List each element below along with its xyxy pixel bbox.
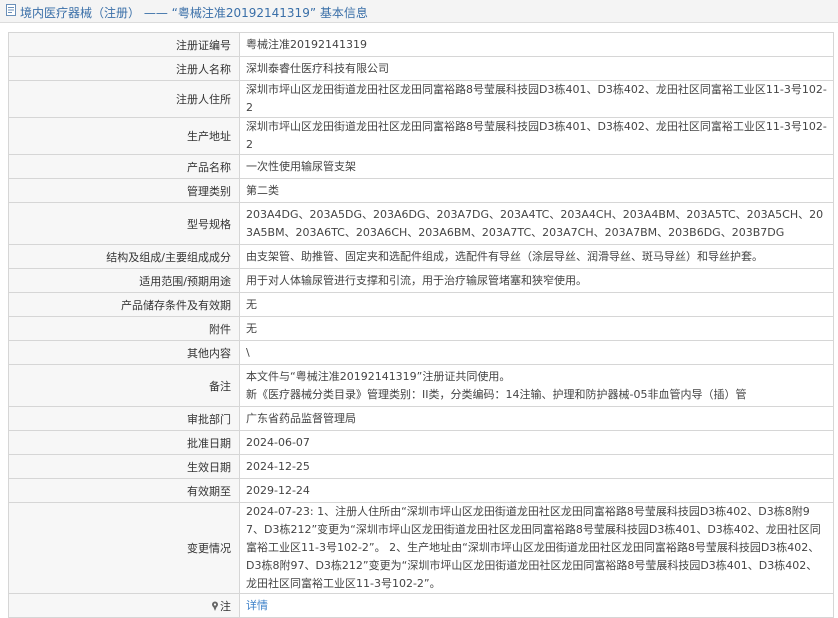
table-row: 附件 无 [8, 316, 834, 341]
table-row: 生产地址 深圳市坪山区龙田街道龙田社区龙田同富裕路8号莹展科技园D3栋401、D… [8, 117, 834, 155]
table-row: 型号规格 203A4DG、203A5DG、203A6DG、203A7DG、203… [8, 202, 834, 245]
remark-line-2: 新《医疗器械分类目录》管理类别：II类，分类编码：14注输、护理和防护器械-05… [246, 387, 747, 401]
row-value: 用于对人体输尿管进行支撑和引流，用于治疗输尿管堵塞和狭窄使用。 [239, 268, 834, 293]
note-label-text: 注 [220, 599, 231, 613]
table-row: 其他内容 \ [8, 340, 834, 365]
table-row: 产品储存条件及有效期 无 [8, 292, 834, 317]
row-label: 其他内容 [8, 340, 240, 365]
row-value: 2024-12-25 [239, 454, 834, 479]
row-value: \ [239, 340, 834, 365]
row-value: 深圳市坪山区龙田街道龙田社区龙田同富裕路8号莹展科技园D3栋401、D3栋402… [239, 117, 834, 155]
row-label: 产品名称 [8, 154, 240, 179]
row-value: 深圳泰睿仕医疗科技有限公司 [239, 56, 834, 81]
row-label: 有效期至 [8, 478, 240, 503]
row-value: 一次性使用输尿管支架 [239, 154, 834, 179]
table-row: 注 详情 [8, 593, 834, 618]
table-row: 产品名称 一次性使用输尿管支架 [8, 154, 834, 179]
table-row: 批准日期 2024-06-07 [8, 430, 834, 455]
row-value: 2029-12-24 [239, 478, 834, 503]
row-label: 管理类别 [8, 178, 240, 203]
table-row: 变更情况 2024-07-23: 1、注册人住所由“深圳市坪山区龙田街道龙田社区… [8, 502, 834, 594]
row-value: 无 [239, 292, 834, 317]
row-label: 变更情况 [8, 502, 240, 594]
pin-icon [212, 601, 218, 611]
document-icon [6, 4, 16, 16]
row-label: 注册人名称 [8, 56, 240, 81]
page-header: 境内医疗器械（注册） —— “粤械注准20192141319” 基本信息 [0, 0, 838, 23]
row-label: 生产地址 [8, 117, 240, 155]
row-value: 详情 [239, 593, 834, 618]
row-value: 第二类 [239, 178, 834, 203]
table-row: 审批部门 广东省药品监督管理局 [8, 406, 834, 431]
row-value: 2024-07-23: 1、注册人住所由“深圳市坪山区龙田街道龙田社区龙田同富裕… [239, 502, 834, 594]
row-label: 型号规格 [8, 202, 240, 245]
row-value: 203A4DG、203A5DG、203A6DG、203A7DG、203A4TC、… [239, 202, 834, 245]
row-label: 备注 [8, 364, 240, 407]
row-value: 2024-06-07 [239, 430, 834, 455]
table-row: 注册证编号 粤械注准20192141319 [8, 32, 834, 57]
remark-line-1: 本文件与“粤械注准20192141319”注册证共同使用。 [246, 369, 511, 383]
row-value: 无 [239, 316, 834, 341]
table-row: 生效日期 2024-12-25 [8, 454, 834, 479]
row-label: 产品储存条件及有效期 [8, 292, 240, 317]
row-value: 广东省药品监督管理局 [239, 406, 834, 431]
row-label: 结构及组成/主要组成成分 [8, 244, 240, 269]
row-value: 粤械注准20192141319 [239, 32, 834, 57]
row-value: 由支架管、助推管、固定夹和选配件组成，选配件有导丝（涂层导丝、润滑导丝、斑马导丝… [239, 244, 834, 269]
table-row: 适用范围/预期用途 用于对人体输尿管进行支撑和引流，用于治疗输尿管堵塞和狭窄使用… [8, 268, 834, 293]
row-label: 批准日期 [8, 430, 240, 455]
row-label: 适用范围/预期用途 [8, 268, 240, 293]
row-value: 深圳市坪山区龙田街道龙田社区龙田同富裕路8号莹展科技园D3栋401、D3栋402… [239, 80, 834, 118]
row-label: 生效日期 [8, 454, 240, 479]
row-label: 注册人住所 [8, 80, 240, 118]
table-row: 注册人名称 深圳泰睿仕医疗科技有限公司 [8, 56, 834, 81]
row-label: 注册证编号 [8, 32, 240, 57]
row-value: 本文件与“粤械注准20192141319”注册证共同使用。 新《医疗器械分类目录… [239, 364, 834, 407]
table-row: 备注 本文件与“粤械注准20192141319”注册证共同使用。 新《医疗器械分… [8, 364, 834, 407]
page-title: 境内医疗器械（注册） —— “粤械注准20192141319” 基本信息 [20, 6, 368, 20]
info-table: 注册证编号 粤械注准20192141319 注册人名称 深圳泰睿仕医疗科技有限公… [8, 32, 834, 618]
row-label: 附件 [8, 316, 240, 341]
table-row: 结构及组成/主要组成成分 由支架管、助推管、固定夹和选配件组成，选配件有导丝（涂… [8, 244, 834, 269]
details-link[interactable]: 详情 [246, 599, 268, 612]
table-row: 有效期至 2029-12-24 [8, 478, 834, 503]
row-label: 审批部门 [8, 406, 240, 431]
table-row: 注册人住所 深圳市坪山区龙田街道龙田社区龙田同富裕路8号莹展科技园D3栋401、… [8, 80, 834, 118]
note-label: 注 [8, 593, 240, 618]
table-row: 管理类别 第二类 [8, 178, 834, 203]
